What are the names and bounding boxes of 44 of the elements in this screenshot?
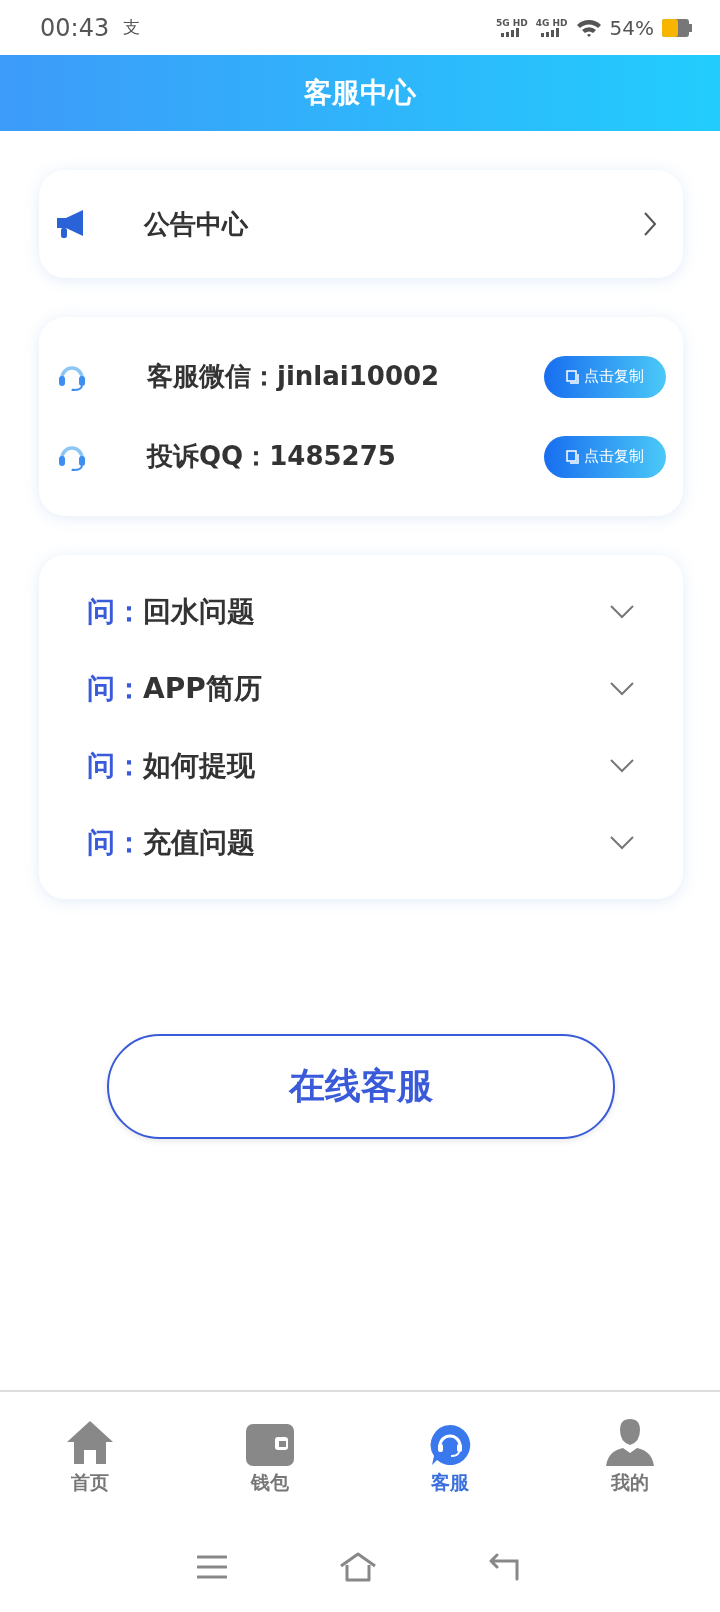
faq-item[interactable]: 问：APP简历 bbox=[87, 667, 635, 710]
chevron-down-icon bbox=[609, 681, 635, 696]
tab[interactable]: 我的 bbox=[540, 1416, 720, 1498]
menu-icon[interactable] bbox=[197, 1555, 227, 1579]
chevron-right-icon bbox=[643, 211, 657, 237]
copy-button[interactable]: 点击复制 bbox=[544, 435, 666, 478]
question-text: 如何提现 bbox=[143, 747, 256, 784]
notice-card[interactable]: 公告中心 bbox=[39, 170, 683, 278]
person-icon bbox=[606, 1418, 654, 1466]
wifi-icon bbox=[575, 17, 602, 38]
wallet-icon bbox=[246, 1424, 294, 1466]
faq-item[interactable]: 问：如何提现 bbox=[87, 744, 635, 787]
clock: 00:43 bbox=[40, 13, 110, 42]
contact-text: 投诉QQ：1485275 bbox=[147, 440, 397, 473]
network-label: 4G HD bbox=[535, 18, 568, 28]
faq-item[interactable]: 问：回水问题 bbox=[87, 590, 635, 633]
battery-percentage: 54% bbox=[609, 15, 654, 40]
notification-icon: 支 bbox=[123, 16, 141, 39]
home-outline-icon[interactable] bbox=[339, 1552, 377, 1582]
question-text: 充值问题 bbox=[143, 824, 256, 861]
headset-bubble-icon bbox=[429, 1424, 471, 1466]
page-title: 客服中心 bbox=[304, 75, 416, 111]
tab[interactable]: 钱包 bbox=[180, 1416, 360, 1498]
chevron-down-icon bbox=[609, 758, 635, 773]
tab[interactable]: 客服 bbox=[360, 1416, 540, 1498]
notice-title: 公告中心 bbox=[144, 207, 250, 241]
online-service-button[interactable]: 在线客服 bbox=[107, 1034, 615, 1139]
tab[interactable]: 首页 bbox=[0, 1416, 180, 1498]
question-prefix: 问： bbox=[87, 747, 143, 784]
battery-icon bbox=[662, 18, 692, 37]
copy-button[interactable]: 点击复制 bbox=[544, 355, 666, 398]
copy-icon bbox=[566, 369, 579, 384]
home-icon bbox=[66, 1420, 114, 1466]
copy-icon bbox=[566, 449, 579, 464]
chevron-down-icon bbox=[609, 604, 635, 619]
faq-item[interactable]: 问：充值问题 bbox=[87, 821, 635, 864]
question-text: 回水问题 bbox=[143, 593, 256, 630]
contact-text: 客服微信：jinlai10002 bbox=[147, 360, 441, 393]
question-text: APP简历 bbox=[143, 670, 263, 707]
network-label: 5G HD bbox=[495, 18, 528, 28]
question-prefix: 问： bbox=[87, 670, 143, 707]
chevron-down-icon bbox=[609, 835, 635, 850]
question-prefix: 问： bbox=[87, 593, 143, 630]
question-prefix: 问： bbox=[87, 824, 143, 861]
